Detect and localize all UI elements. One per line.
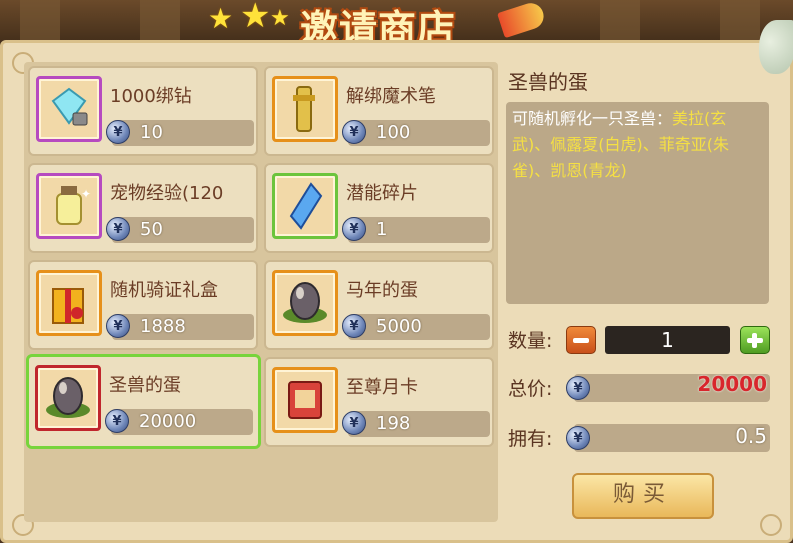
silver-coin-icon: ¥ (566, 376, 590, 400)
item-icon-frame (272, 76, 338, 142)
shop-item-card[interactable]: 随机骑证礼盒 ¥1888 (28, 260, 258, 350)
item-price-bar (348, 411, 490, 437)
item-icon-frame (35, 365, 101, 431)
star-icon: ★ (270, 6, 290, 31)
shop-item-card[interactable]: 1000绑钻 ¥10 (28, 66, 258, 156)
item-name: 解绑魔术笔 (346, 86, 436, 107)
magic-pen-icon (275, 79, 335, 143)
shop-item-card[interactable]: 圣兽的蛋 ¥20000 (26, 354, 261, 449)
leaf-decoration-icon (759, 20, 793, 74)
silver-coin-icon: ¥ (105, 409, 129, 433)
star-icon: ★ (208, 2, 234, 35)
buy-button[interactable]: 购买 (572, 473, 714, 519)
increase-quantity-button[interactable] (740, 326, 770, 354)
owned-value: 0.5 (735, 424, 767, 448)
shop-item-card[interactable]: ✦ 宠物经验(120 ¥50 (28, 163, 258, 253)
item-price: 5000 (376, 316, 422, 337)
shop-item-card[interactable]: 至尊月卡 ¥198 (264, 357, 494, 447)
egg-icon (38, 368, 98, 432)
item-name: 1000绑钻 (110, 86, 192, 107)
description-text: 可随机孵化一只圣兽： (512, 109, 673, 128)
blue-crystal-icon (275, 176, 335, 240)
silver-coin-icon: ¥ (106, 217, 130, 241)
month-card-icon (275, 370, 335, 434)
shop-item-card[interactable]: 解绑魔术笔 ¥100 (264, 66, 494, 156)
item-price: 100 (376, 122, 411, 143)
silver-coin-icon: ¥ (342, 217, 366, 241)
item-price: 198 (376, 413, 411, 434)
silver-coin-icon: ¥ (566, 426, 590, 450)
item-price-bar (112, 120, 254, 146)
decrease-quantity-button[interactable] (566, 326, 596, 354)
item-name: 圣兽的蛋 (109, 375, 181, 396)
diamond-lock-icon (39, 79, 99, 143)
item-price-bar (112, 217, 254, 243)
exp-bottle-icon: ✦ (39, 176, 99, 240)
item-description: 可随机孵化一只圣兽：美拉(玄武)、佩露夏(白虎)、菲奇亚(朱雀)、凯恩(青龙) (506, 102, 769, 304)
silver-coin-icon: ¥ (106, 314, 130, 338)
total-price-value: 20000 (697, 372, 767, 396)
item-icon-frame (272, 367, 338, 433)
svg-text:✦: ✦ (81, 187, 91, 201)
item-icon-frame (272, 173, 338, 239)
item-icon-frame (272, 270, 338, 336)
silver-coin-icon: ¥ (342, 411, 366, 435)
item-price: 1 (376, 219, 388, 240)
owned-label: 拥有: (508, 428, 553, 450)
silver-coin-icon: ¥ (342, 314, 366, 338)
item-price: 20000 (139, 411, 197, 432)
shop-item-card[interactable]: 马年的蛋 ¥5000 (264, 260, 494, 350)
shop-item-card[interactable]: 潜能碎片 ¥1 (264, 163, 494, 253)
total-price-label: 总价: (508, 378, 553, 400)
item-detail-title: 圣兽的蛋 (508, 70, 588, 94)
item-icon-frame (36, 270, 102, 336)
item-icon-frame (36, 76, 102, 142)
item-price-bar (348, 120, 490, 146)
star-icon: ★ (240, 0, 271, 36)
silver-coin-icon: ¥ (342, 120, 366, 144)
item-name: 至尊月卡 (346, 377, 418, 398)
item-price-bar (348, 217, 490, 243)
item-icon-frame: ✦ (36, 173, 102, 239)
quantity-label: 数量: (508, 330, 553, 352)
corner-ornament (760, 514, 782, 536)
gift-box-icon (39, 273, 99, 337)
item-name: 宠物经验(120 (110, 183, 224, 204)
item-price: 1888 (140, 316, 186, 337)
item-name: 随机骑证礼盒 (110, 280, 218, 301)
silver-coin-icon: ¥ (106, 120, 130, 144)
item-price: 10 (140, 122, 163, 143)
item-price: 50 (140, 219, 163, 240)
item-name: 马年的蛋 (346, 280, 418, 301)
quantity-input[interactable]: 1 (605, 326, 730, 354)
egg-icon (275, 273, 335, 337)
item-name: 潜能碎片 (346, 183, 418, 204)
